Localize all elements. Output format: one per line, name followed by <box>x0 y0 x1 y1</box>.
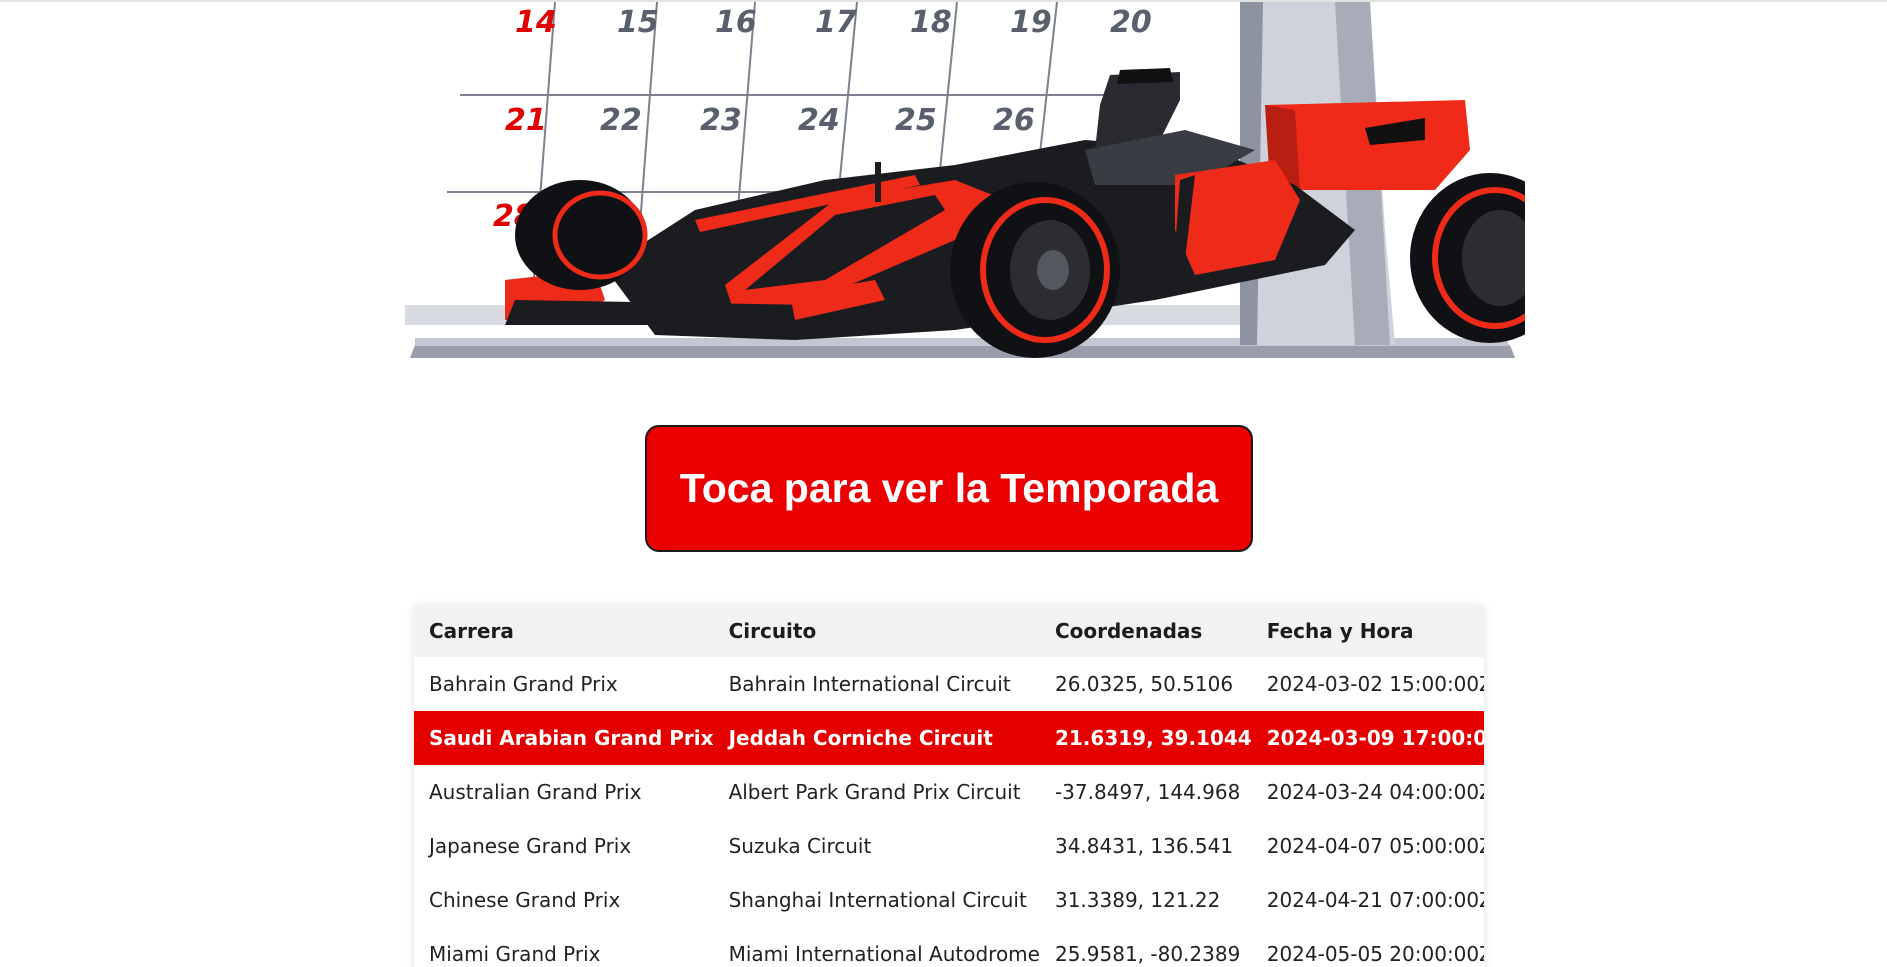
date-time: 2024-04-21 07:00:00Z <box>1266 888 1484 912</box>
circuit-name: Shanghai International Circuit <box>728 888 1027 912</box>
race-name: Bahrain Grand Prix <box>429 672 618 696</box>
hero-illustration: 14 15 16 17 18 19 20 21 22 23 24 25 26 2… <box>395 0 1525 365</box>
races-table: Carrera Circuito Coordenadas Fecha y Hor… <box>414 604 1484 967</box>
header-race: Carrera <box>414 604 714 657</box>
calendar-day-25: 25 <box>895 103 937 138</box>
calendar-day-24: 24 <box>798 103 840 138</box>
cta-container: Toca para ver la Temporada <box>645 425 1253 552</box>
race-name: Saudi Arabian Grand Prix <box>414 711 714 765</box>
header-circuit: Circuito <box>713 604 1040 657</box>
calendar-day-23: 23 <box>700 103 742 138</box>
calendar-day-19: 19 <box>1010 5 1052 40</box>
table-row[interactable]: Miami Grand Prix Miami International Aut… <box>414 927 1484 967</box>
calendar-day-18: 18 <box>910 5 952 40</box>
table-row[interactable]: Australian Grand Prix Albert Park Grand … <box>414 765 1484 819</box>
calendar-day-21: 21 <box>505 103 547 138</box>
calendar-day-22: 22 <box>600 103 642 138</box>
calendar-day-16: 16 <box>715 5 757 40</box>
circuit-name: Jeddah Corniche Circuit <box>713 711 1040 765</box>
date-time: 2024-03-09 17:00:00Z <box>1251 711 1484 765</box>
header-coordinates: Coordenadas <box>1039 604 1252 657</box>
calendar-car-image: 14 15 16 17 18 19 20 21 22 23 24 25 26 2… <box>405 1 1525 358</box>
header-datetime: Fecha y Hora <box>1251 604 1484 657</box>
calendar-day-20: 20 <box>1110 5 1152 40</box>
races-table-card: Carrera Circuito Coordenadas Fecha y Hor… <box>414 604 1484 967</box>
race-name: Australian Grand Prix <box>429 780 642 804</box>
circuit-name: Albert Park Grand Prix Circuit <box>728 780 1021 804</box>
date-time: 2024-04-07 05:00:00Z <box>1266 834 1484 858</box>
coordinates: 31.3389, 121.22 <box>1054 888 1221 912</box>
coordinates: -37.8497, 144.968 <box>1054 780 1241 804</box>
date-time: 2024-03-24 04:00:00Z <box>1266 780 1484 804</box>
coordinates: 26.0325, 50.5106 <box>1054 672 1234 696</box>
date-time: 2024-03-02 15:00:00Z <box>1266 672 1484 696</box>
table-row[interactable]: Chinese Grand Prix Shanghai Internationa… <box>414 873 1484 927</box>
race-name: Chinese Grand Prix <box>429 888 621 912</box>
calendar-day-14: 14 <box>515 5 557 40</box>
table-row[interactable]: Bahrain Grand Prix Bahrain International… <box>414 657 1484 711</box>
coordinates: 25.9581, -80.2389 <box>1054 942 1241 966</box>
circuit-name: Suzuka Circuit <box>728 834 872 858</box>
race-name: Japanese Grand Prix <box>429 834 632 858</box>
calendar-day-17: 17 <box>815 5 857 40</box>
table-header-row: Carrera Circuito Coordenadas Fecha y Hor… <box>414 604 1484 657</box>
coordinates: 21.6319, 39.1044 <box>1039 711 1252 765</box>
calendar-day-26: 26 <box>993 103 1035 138</box>
calendar-day-15: 15 <box>617 5 659 40</box>
circuit-name: Bahrain International Circuit <box>728 672 1011 696</box>
coordinates: 34.8431, 136.541 <box>1054 834 1234 858</box>
date-time: 2024-05-05 20:00:00Z <box>1266 942 1484 966</box>
circuit-name: Miami International Autodrome <box>728 942 1040 966</box>
table-row[interactable]: Japanese Grand Prix Suzuka Circuit 34.84… <box>414 819 1484 873</box>
view-season-button[interactable]: Toca para ver la Temporada <box>645 425 1253 552</box>
page: 14 15 16 17 18 19 20 21 22 23 24 25 26 2… <box>0 0 1887 967</box>
race-name: Miami Grand Prix <box>429 942 601 966</box>
table-row-highlighted[interactable]: Saudi Arabian Grand Prix Jeddah Corniche… <box>414 711 1484 765</box>
ground-shadow <box>410 345 1515 358</box>
